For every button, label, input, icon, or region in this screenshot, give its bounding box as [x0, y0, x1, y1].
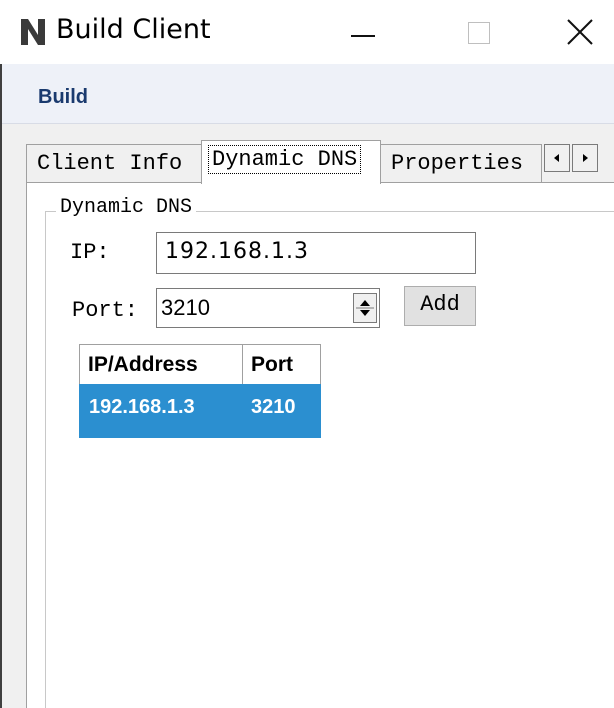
maximize-button[interactable]: [446, 0, 506, 64]
list-item-ip: 192.168.1.3: [89, 396, 195, 418]
ip-label: IP:: [70, 240, 110, 265]
title-bar[interactable]: Build Client: [0, 0, 614, 64]
column-header-port[interactable]: Port: [243, 345, 321, 385]
tab-scroll-right-button[interactable]: [572, 144, 598, 172]
tab-properties[interactable]: Properties: [380, 144, 542, 182]
close-button[interactable]: [554, 0, 614, 64]
ip-input[interactable]: 192.168.1.3: [156, 232, 476, 274]
app-logo-icon: [21, 19, 45, 45]
spin-up-down-icon: [356, 300, 374, 316]
tab-client-info[interactable]: Client Info: [26, 144, 202, 182]
close-icon: [567, 19, 593, 45]
arrow-right-icon: [583, 154, 588, 162]
tab-dynamic-dns[interactable]: Dynamic DNS: [201, 140, 381, 184]
menu-bar: Build: [2, 64, 614, 124]
window-body: Build Client Info Dynamic DNS Properties…: [0, 64, 614, 708]
port-label: Port:: [72, 298, 139, 323]
menu-item-build[interactable]: Build: [38, 86, 88, 109]
tab-scroll-left-button[interactable]: [544, 144, 570, 172]
list-item[interactable]: 192.168.1.3 3210: [79, 384, 321, 438]
port-spin-buttons[interactable]: [353, 293, 377, 323]
dns-list: IP/Address Port 192.168.1.3 3210: [79, 344, 321, 438]
arrow-left-icon: [554, 154, 559, 162]
port-value: 3210: [161, 295, 210, 320]
column-header-ip-address[interactable]: IP/Address: [80, 345, 243, 385]
group-box-title: Dynamic DNS: [56, 196, 197, 219]
tab-scroll-buttons: [544, 144, 614, 174]
port-stepper[interactable]: 3210: [156, 288, 380, 328]
maximize-icon: [468, 22, 490, 44]
tab-dynamic-dns-label: Dynamic DNS: [208, 145, 362, 174]
group-box-dynamic-dns: Dynamic DNS IP: 192.168.1.3 Port: 3210 A…: [45, 196, 614, 708]
tab-strip: Client Info Dynamic DNS Properties: [26, 140, 614, 184]
dns-list-header: IP/Address Port: [79, 344, 321, 385]
add-button[interactable]: Add: [404, 286, 476, 326]
tab-page-dynamic-dns: Dynamic DNS IP: 192.168.1.3 Port: 3210 A…: [26, 182, 614, 708]
list-item-port: 3210: [251, 396, 296, 418]
minimize-icon: [351, 35, 375, 37]
minimize-button[interactable]: [342, 0, 402, 64]
window-title: Build Client: [56, 14, 211, 45]
